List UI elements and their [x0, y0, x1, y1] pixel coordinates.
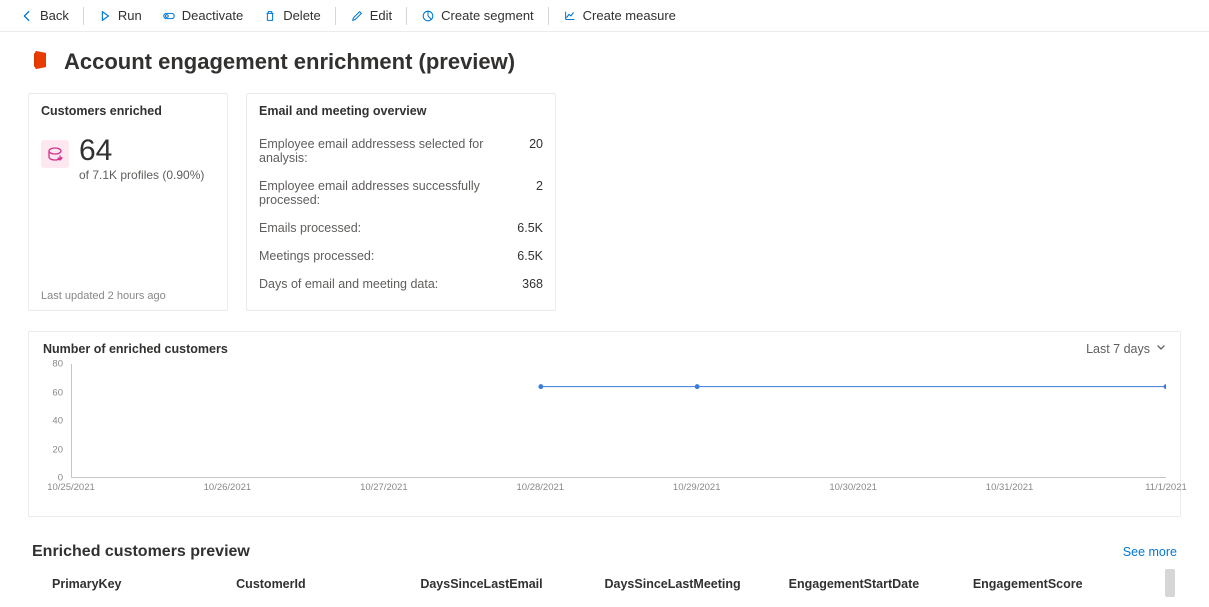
delete-button[interactable]: Delete: [255, 4, 329, 27]
column-header: CustomerId: [236, 577, 420, 591]
overview-row: Emails processed: 6.5K: [259, 214, 543, 242]
overview-value: 368: [522, 277, 543, 291]
create-segment-button[interactable]: Create segment: [413, 4, 542, 27]
overview-row: Employee email addresses successfully pr…: [259, 172, 543, 214]
separator: [335, 7, 336, 25]
chevron-down-icon: [1156, 342, 1166, 356]
deactivate-label: Deactivate: [182, 8, 243, 23]
overview-value: 2: [536, 179, 543, 207]
run-button[interactable]: Run: [90, 4, 150, 27]
column-header: EngagementStartDate: [789, 577, 973, 591]
customers-enriched-card: Customers enriched 64 of 7.1K profiles (…: [28, 93, 228, 311]
overview-value: 20: [529, 137, 543, 165]
toolbar: Back Run Deactivate Delete Edit Create s…: [0, 0, 1209, 32]
last-updated: Last updated 2 hours ago: [29, 282, 227, 310]
create-segment-label: Create segment: [441, 8, 534, 23]
page-title: Account engagement enrichment (preview): [64, 49, 515, 75]
column-header: DaysSinceLastEmail: [420, 577, 604, 591]
pie-segment-icon: [421, 9, 435, 23]
overview-label: Employee email addressess selected for a…: [259, 137, 529, 165]
preview-title: Enriched customers preview: [32, 543, 250, 561]
overview-label: Days of email and meeting data:: [259, 277, 438, 291]
overview-row: Employee email addressess selected for a…: [259, 130, 543, 172]
preview-table-header: PrimaryKey CustomerId DaysSinceLastEmail…: [28, 561, 1181, 591]
overview-value: 6.5K: [517, 249, 543, 263]
enriched-count: 64: [79, 136, 204, 166]
column-header: EngagementScore: [973, 577, 1157, 591]
overview-row: Days of email and meeting data: 368: [259, 270, 543, 298]
separator: [406, 7, 407, 25]
play-icon: [98, 9, 112, 23]
overview-row: Meetings processed: 6.5K: [259, 242, 543, 270]
column-header: PrimaryKey: [52, 577, 236, 591]
chart-plot-area: 020406080 10/25/202110/26/202110/27/2021…: [71, 364, 1166, 494]
overview-label: Emails processed:: [259, 221, 361, 235]
office-logo-icon: [28, 48, 52, 75]
edit-button[interactable]: Edit: [342, 4, 400, 27]
overview-label: Meetings processed:: [259, 249, 374, 263]
line-plot: [71, 364, 1166, 478]
scrollbar-thumb[interactable]: [1165, 569, 1175, 597]
edit-label: Edit: [370, 8, 392, 23]
overview-label: Employee email addresses successfully pr…: [259, 179, 536, 207]
chart-line-icon: [563, 9, 577, 23]
back-label: Back: [40, 8, 69, 23]
chart-range-label: Last 7 days: [1086, 342, 1150, 356]
enriched-customers-chart-card: Number of enriched customers Last 7 days…: [28, 331, 1181, 517]
trash-icon: [263, 9, 277, 23]
card-title: Email and meeting overview: [247, 94, 555, 124]
column-header: DaysSinceLastMeeting: [605, 577, 789, 591]
separator: [548, 7, 549, 25]
chart-title: Number of enriched customers: [43, 342, 228, 356]
card-title: Customers enriched: [29, 94, 227, 124]
overview-list: Employee email addressess selected for a…: [247, 124, 555, 310]
email-meeting-overview-card: Email and meeting overview Employee emai…: [246, 93, 556, 311]
see-more-link[interactable]: See more: [1123, 545, 1177, 559]
delete-label: Delete: [283, 8, 321, 23]
back-button[interactable]: Back: [12, 4, 77, 27]
create-measure-button[interactable]: Create measure: [555, 4, 684, 27]
create-measure-label: Create measure: [583, 8, 676, 23]
page-header: Account engagement enrichment (preview): [28, 48, 1181, 75]
pencil-icon: [350, 9, 364, 23]
enriched-subtitle: of 7.1K profiles (0.90%): [79, 168, 204, 182]
deactivate-button[interactable]: Deactivate: [154, 4, 251, 27]
chart-range-dropdown[interactable]: Last 7 days: [1086, 342, 1166, 356]
toggle-off-icon: [162, 9, 176, 23]
overview-value: 6.5K: [517, 221, 543, 235]
customers-icon: [41, 140, 69, 168]
separator: [83, 7, 84, 25]
run-label: Run: [118, 8, 142, 23]
arrow-left-icon: [20, 9, 34, 23]
